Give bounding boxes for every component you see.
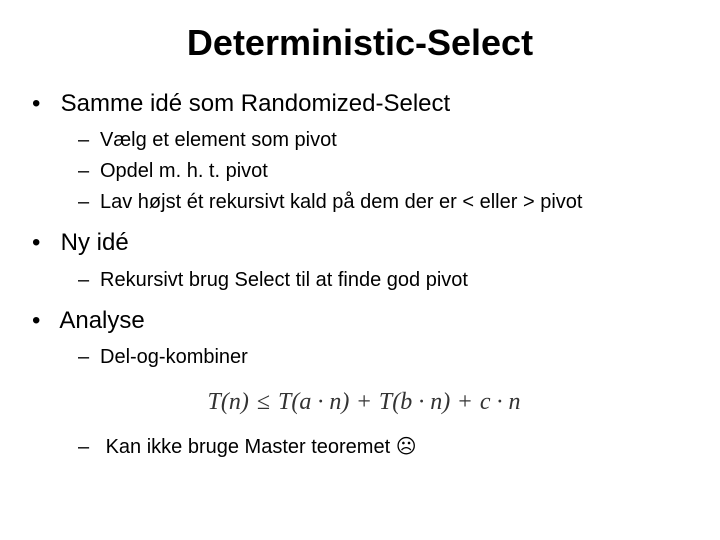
bullet-list: Samme idé som Randomized-Select Vælg et … xyxy=(24,88,696,462)
sublist-new-idea: Rekursivt brug Select til at finde god p… xyxy=(32,266,696,295)
formula-t3: c · n xyxy=(480,389,521,415)
formula-plus2: + xyxy=(456,389,474,415)
formula-lhs: T(n) xyxy=(208,389,249,415)
sub-divide-combine: Del-og-kombiner xyxy=(78,343,696,372)
frown-icon: ☹ xyxy=(396,436,417,458)
formula-t2: T(b · n) xyxy=(379,389,450,415)
sublist-same-idea: Vælg et element som pivot Opdel m. h. t.… xyxy=(32,126,696,217)
recurrence-formula: T(n) ≤ T(a · n) + T(b · n) + c · n xyxy=(32,386,696,418)
formula-expression: T(n) ≤ T(a · n) + T(b · n) + c · n xyxy=(208,389,521,415)
bullet-same-idea: Samme idé som Randomized-Select Vælg et … xyxy=(32,88,696,217)
sub-no-master: Kan ikke bruge Master teoremet ☹ xyxy=(78,433,696,462)
bullet-analysis-text: Analyse xyxy=(59,307,144,334)
bullet-same-idea-text: Samme idé som Randomized-Select xyxy=(61,90,451,117)
sub-pivot-choose: Vælg et element som pivot xyxy=(78,126,696,155)
sub-recursive-call: Lav højst ét rekursivt kald på dem der e… xyxy=(78,188,696,217)
slide: Deterministic-Select Samme idé som Rando… xyxy=(0,0,720,540)
formula-plus1: + xyxy=(355,389,373,415)
sub-recursive-select: Rekursivt brug Select til at finde god p… xyxy=(78,266,696,295)
sublist-analysis-2: Kan ikke bruge Master teoremet ☹ xyxy=(32,433,696,462)
sublist-analysis: Del-og-kombiner xyxy=(32,343,696,372)
bullet-analysis: Analyse Del-og-kombiner T(n) ≤ T(a · n) … xyxy=(32,305,696,462)
bullet-new-idea-text: Ny idé xyxy=(61,229,129,256)
slide-title: Deterministic-Select xyxy=(24,22,696,64)
sub-no-master-text: Kan ikke bruge Master teoremet xyxy=(106,436,396,458)
formula-le: ≤ xyxy=(255,389,272,415)
formula-t1: T(a · n) xyxy=(278,389,349,415)
sub-partition: Opdel m. h. t. pivot xyxy=(78,157,696,186)
bullet-new-idea: Ny idé Rekursivt brug Select til at find… xyxy=(32,227,696,294)
